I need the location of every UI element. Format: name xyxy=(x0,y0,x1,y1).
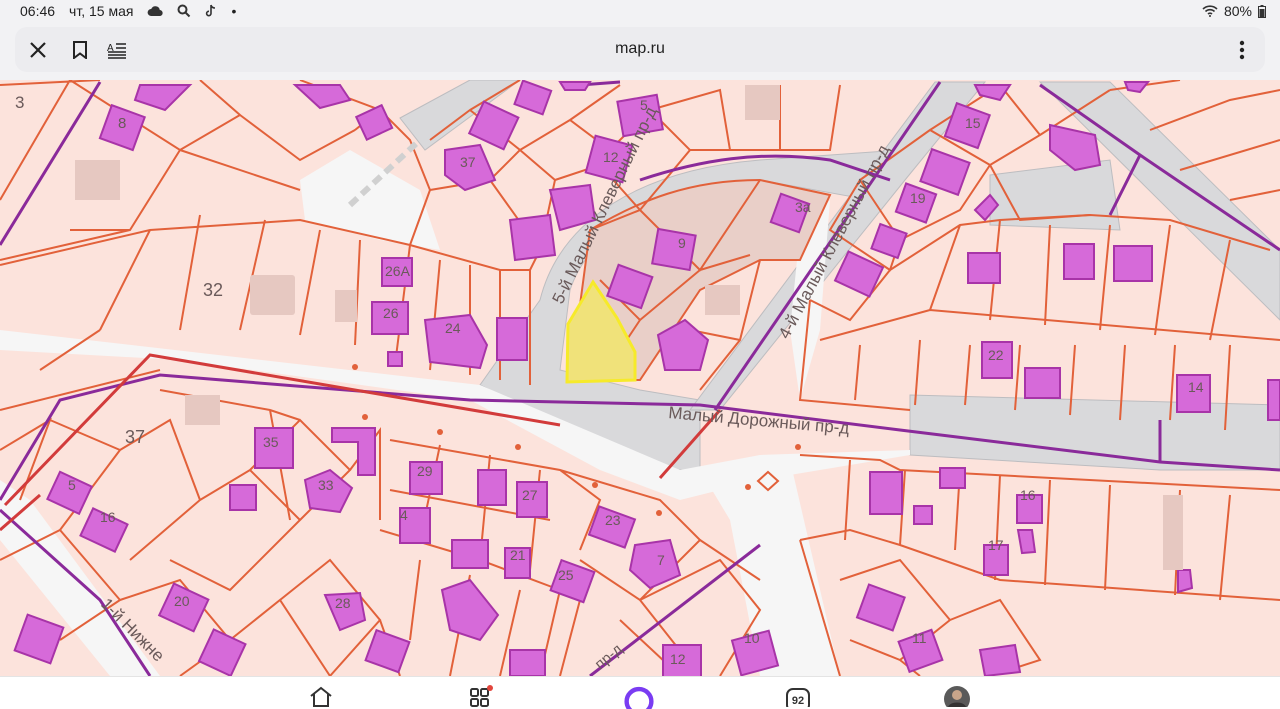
home-icon[interactable] xyxy=(306,685,336,709)
parcel-number: 8 xyxy=(118,115,126,132)
bottom-navigation: 92 xyxy=(0,676,1280,709)
battery-icon xyxy=(1258,4,1266,18)
parcel-number: 26А xyxy=(385,263,411,279)
tiktok-icon xyxy=(205,4,217,18)
parcel-number: 21 xyxy=(510,547,526,563)
parcel-number: 27 xyxy=(522,487,538,503)
cloud-icon xyxy=(147,5,164,17)
parcel-number: 35 xyxy=(263,434,279,450)
alice-icon[interactable] xyxy=(624,685,654,709)
parcel-number: 9 xyxy=(678,235,686,251)
avatar[interactable] xyxy=(942,685,972,709)
parcel-number: 12 xyxy=(670,651,686,667)
parcel-number: 26 xyxy=(383,305,399,321)
parcel-number: 25 xyxy=(558,567,574,583)
cadastral-map[interactable]: 5-й Малый Клеверный пр-д 4-й Малый Клеве… xyxy=(0,80,1280,676)
parcel-number: 11 xyxy=(912,630,927,646)
parcel-number: 5 xyxy=(68,477,76,493)
parcel-number: 37 xyxy=(125,427,145,447)
parcel-number: 32 xyxy=(203,280,223,300)
parcel-number: 16 xyxy=(1020,487,1036,503)
tabs-counter-icon[interactable]: 92 xyxy=(783,685,813,709)
parcel-number: 33 xyxy=(318,477,334,493)
wifi-icon xyxy=(1202,5,1218,17)
parcel-number: 7 xyxy=(657,552,665,568)
parcel-number: 29 xyxy=(417,463,433,479)
status-bar: 06:46 чт, 15 мая • 80% xyxy=(0,0,1280,24)
more-icon[interactable] xyxy=(1227,35,1257,65)
search-icon xyxy=(177,4,191,18)
parcel-number: 3 xyxy=(15,93,24,112)
parcel-number: 22 xyxy=(988,347,1004,363)
parcel-number: 12 xyxy=(603,149,619,165)
status-time: 06:46 xyxy=(20,3,56,19)
parcel-number: 19 xyxy=(910,190,926,206)
parcel-number: 5 xyxy=(640,97,648,113)
parcel-number: 3а xyxy=(795,199,811,215)
parcel-number: 28 xyxy=(335,595,351,611)
parcel-number: 17 xyxy=(988,537,1004,553)
apps-icon[interactable] xyxy=(466,685,496,709)
parcel-number: 23 xyxy=(605,512,621,528)
browser-toolbar: A map.ru xyxy=(15,27,1265,72)
parcel-number: 10 xyxy=(744,630,760,646)
url-domain[interactable]: map.ru xyxy=(15,40,1265,58)
parcel-number: 20 xyxy=(174,593,190,609)
map-canvas[interactable]: 5-й Малый Клеверный пр-д 4-й Малый Клеве… xyxy=(0,80,1280,676)
tabs-count: 92 xyxy=(792,695,804,707)
parcel-number: 24 xyxy=(445,320,461,336)
status-dot: • xyxy=(231,3,237,19)
parcel-number: 15 xyxy=(965,115,981,131)
parcel-number: 4 xyxy=(400,507,408,523)
parcel-number: 16 xyxy=(100,509,116,525)
status-date: чт, 15 мая xyxy=(69,3,134,19)
parcel-number: 37 xyxy=(460,154,476,170)
parcel-number: 14 xyxy=(1188,379,1204,395)
battery-percent: 80% xyxy=(1223,3,1252,19)
